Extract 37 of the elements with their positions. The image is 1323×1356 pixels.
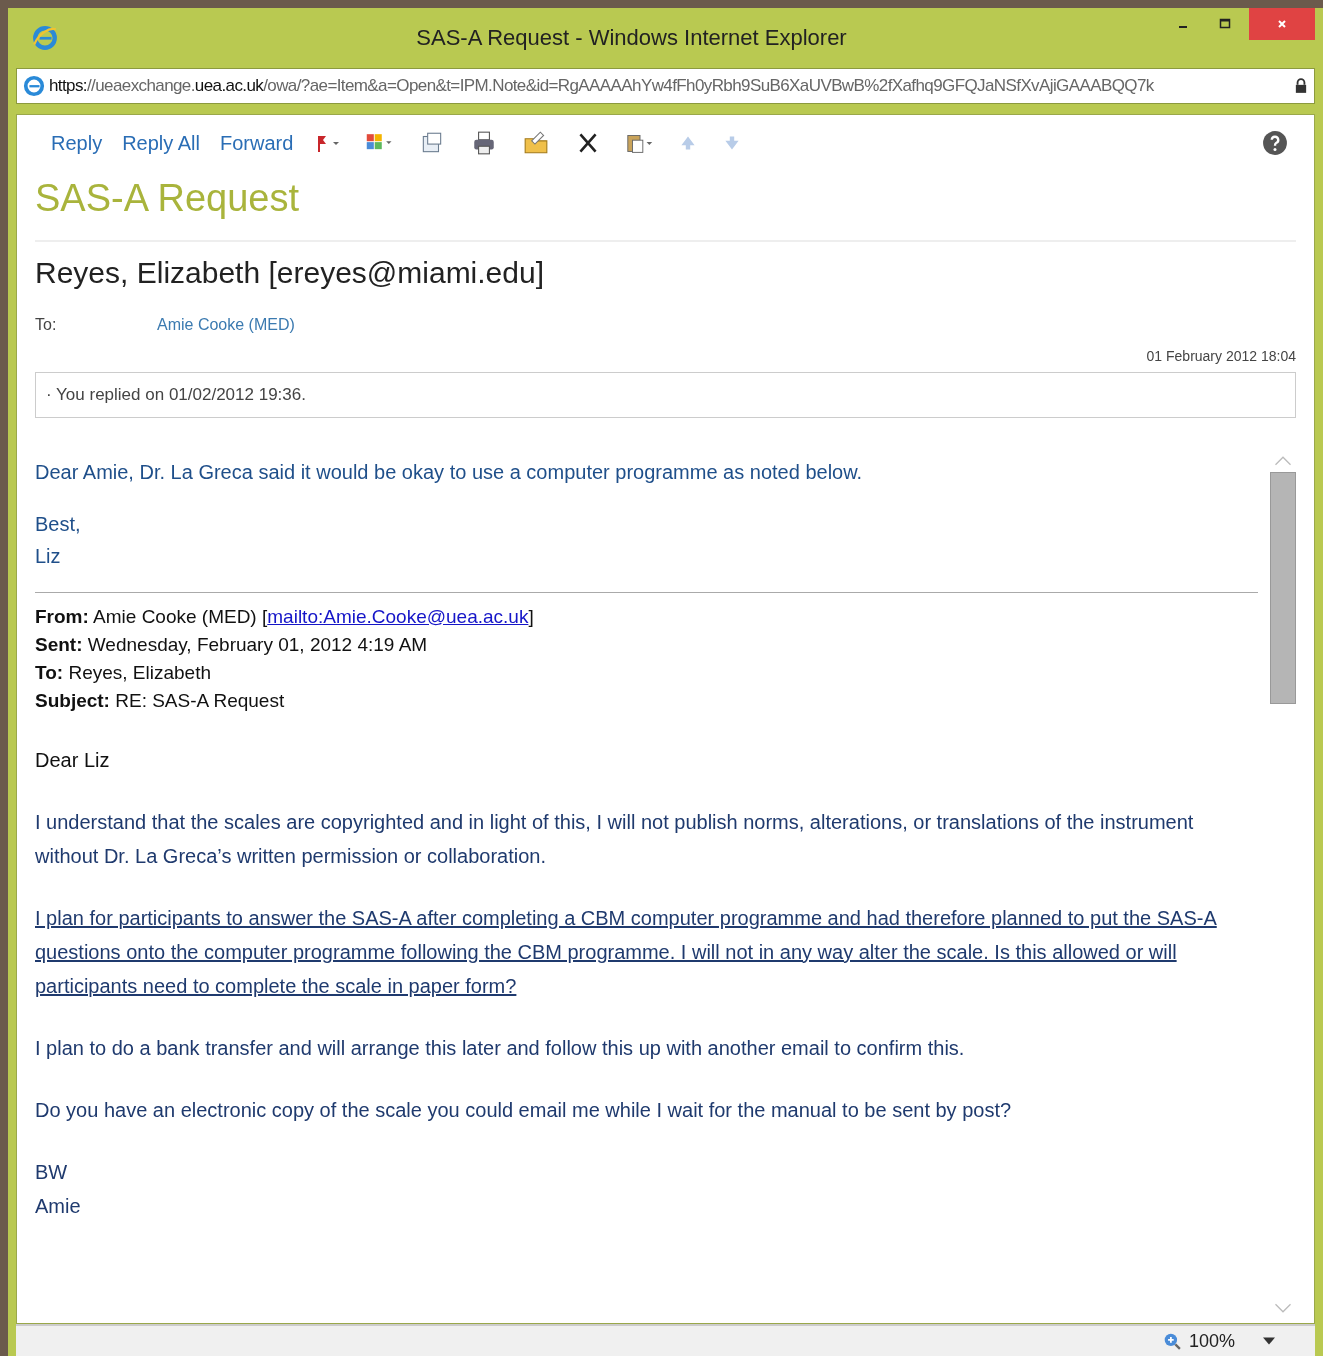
recipient-link[interactable]: Amie Cooke (MED) [157,316,295,334]
url-text: https://ueaexchange.uea.ac.uk/owa/?ae=Item&a=Open&t=IPM.Note&id=RgAAAAAhYw4fFh0yRbh9SuB6XaUVBwB%2fXafhq9GFQJaNSfXvAjiGAAABQQ7k [49,76,1155,96]
email-link[interactable]: mailto:Amie.Cooke@uea.ac.uk [267,606,529,627]
message-text: Dear Amie, Dr. La Greca said it would be okay to use a computer programme as noted below. [35,460,864,485]
scroll-thumb[interactable] [1270,472,1296,704]
toolbar-link[interactable]: Reply [51,131,103,155]
message-paragraph: I plan to do a bank transfer and will arrange this later and follow this up with another email to confirm this. [35,1036,966,1061]
close-icon [1276,18,1288,30]
message-paragraph: Do you have an electronic copy of the scale you could email me while I wait for the manual to be sent by post? [35,1098,1013,1123]
message-paragraph: Dear Liz [35,748,111,773]
lock-icon [1294,78,1308,94]
message-paragraph: I plan for participants to answer the SAS-A after completing a CBM computer programme and had therefore planned to put the SAS-A questions onto the computer programme following the CBM programme. I will not in any way alter the scale. Is this allowed or will participants need to complete the scale in paper form? [35,906,1218,999]
toolbar-link[interactable]: Reply All [122,131,200,155]
help-icon[interactable] [1262,130,1288,156]
message-text: Best, [35,512,82,537]
message-date: 01 February 2012 18:04 [1146,348,1296,364]
sender-name: Reyes, Elizabeth [ereyes@miami.edu] [35,256,545,290]
dropdown-icon[interactable] [1263,1337,1275,1345]
message-subject: SAS-A Request [35,177,301,220]
header-field: To: Reyes, Elizabeth [35,662,211,683]
message-paragraph: I understand that the scales are copyrighted and in light of this, I will not publish norms, alterations, or translations of the instrument without Dr. La Greca’s written permission or collaboration. [35,810,1195,869]
zoom-icon[interactable] [1162,1332,1181,1350]
header-field: Sent: Wednesday, February 01, 2012 4:19 AM [35,634,428,655]
toolbar-link[interactable]: Forward [219,131,294,155]
window-title: SAS-A Request - Windows Internet Explorer [415,25,848,51]
header-field: Subject: RE: SAS-A Request [35,690,285,711]
browser-logo-icon [32,25,58,51]
header-field: From: Amie Cooke (MED) [mailto:Amie.Cooke@uea.ac.uk] [35,606,534,627]
recipient-label: To: [35,316,58,334]
page-icon [23,75,45,97]
message-text: Liz [35,544,62,569]
maximize-icon[interactable] [1219,18,1231,30]
signature-line: Amie [35,1194,82,1219]
address-bar[interactable]: https://ueaexchange.uea.ac.uk/owa/?ae=Item&a=Open&t=IPM.Note&id=RgAAAAAhYw4fFh0yRbh9SuB6XaUVBwB%2fXafhq9GFQJaNSfXvAjiGAAABQQ7k [16,68,1315,104]
info-bar: · You replied on 01/02/2012 19:36. [35,372,1296,418]
zoom-level[interactable]: 100% [1188,1330,1235,1352]
signature-line: BW [35,1160,69,1185]
